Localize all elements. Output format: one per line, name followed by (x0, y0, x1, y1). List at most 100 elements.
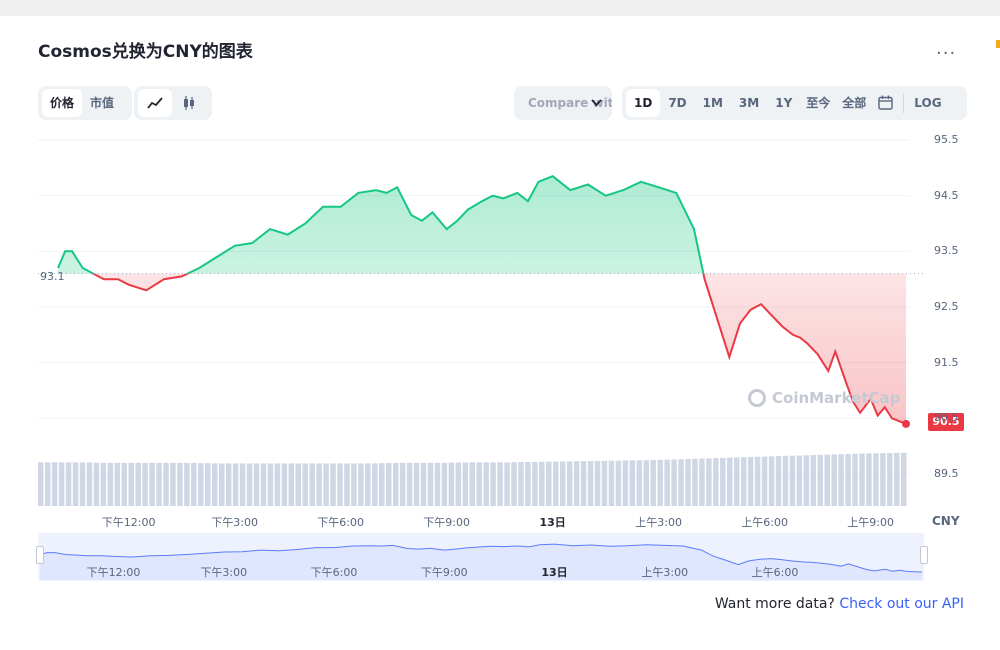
volume-bar (51, 462, 58, 506)
volume-bar (288, 463, 295, 506)
volume-bar (566, 461, 573, 506)
volume-bar (434, 462, 441, 506)
currency-label: CNY (932, 514, 960, 528)
volume-bar (587, 461, 594, 506)
y-tick-label: 91.5 (934, 355, 959, 369)
volume-bar (316, 463, 322, 506)
volume-bar (170, 462, 176, 506)
volume-bar (601, 460, 608, 506)
volume-bar (225, 463, 232, 506)
volume-bar (761, 456, 768, 506)
volume-bar (483, 462, 489, 506)
volume-bar (379, 463, 385, 506)
volume-bar (142, 462, 148, 506)
volume-bar (149, 462, 155, 506)
volume-bar (441, 462, 448, 506)
volume-bar (239, 463, 246, 506)
navigator-right-handle[interactable] (920, 546, 928, 564)
volume-bar (218, 463, 225, 506)
y-tick-label: 92.5 (934, 300, 959, 313)
api-prompt-text: Want more data? (714, 596, 835, 612)
volume-bar (727, 457, 733, 506)
navigator-tick-label: 下午6:00 (310, 566, 358, 579)
volume-bar (518, 462, 524, 506)
volume-bar (253, 463, 260, 506)
x-tick-label: 上午9:00 (847, 516, 895, 529)
volume-bar (309, 463, 315, 506)
x-tick-label: 下午3:00 (211, 516, 259, 529)
volume-bar (636, 460, 643, 506)
coinmarketcap-logo-icon (748, 389, 766, 407)
volume-bar (692, 458, 698, 506)
volume-bar (399, 462, 406, 506)
x-tick-label: 下午6:00 (317, 516, 365, 529)
volume-bar (114, 462, 121, 506)
volume-bar (392, 462, 399, 506)
volume-bar (128, 462, 134, 506)
volume-bar (302, 463, 308, 506)
volume-bar (455, 462, 462, 506)
volume-bar (386, 463, 392, 506)
volume-bar (330, 463, 336, 506)
volume-bar (490, 462, 496, 506)
volume-bar (678, 459, 684, 506)
volume-bar (580, 461, 587, 506)
volume-bar (177, 462, 183, 506)
navigator-tick-label: 下午9:00 (420, 566, 468, 579)
volume-bar (664, 459, 670, 506)
last-price-dot (902, 419, 910, 428)
y-tick-label: 93.5 (934, 244, 959, 258)
volume-bar (539, 461, 545, 506)
volume-bar (100, 462, 107, 506)
navigator-left-handle[interactable] (36, 546, 44, 564)
volume-bar (789, 455, 796, 506)
volume-bar (873, 453, 879, 506)
volume-bar (267, 463, 274, 506)
price-chart (38, 139, 925, 581)
volume-bar (246, 463, 253, 506)
volume-bar (413, 462, 420, 506)
volume-bar (351, 463, 357, 506)
volume-bar (713, 458, 719, 506)
x-tick-label: 上午3:00 (635, 516, 683, 529)
volume-bar (274, 463, 281, 506)
volume-bar (260, 463, 267, 506)
volume-bar (894, 452, 900, 506)
volume-bar (184, 462, 190, 506)
x-tick-label: 13日 (539, 516, 566, 529)
volume-bar (880, 453, 886, 506)
y-tick-label: 95.5 (934, 133, 959, 146)
volume-bar (706, 458, 712, 506)
volume-bar (337, 463, 343, 506)
volume-bar (546, 461, 552, 506)
volume-bar (887, 453, 893, 506)
volume-bar (191, 463, 197, 506)
volume-bar (852, 453, 858, 506)
volume-bar (205, 463, 211, 506)
navigator-tick-label: 13日 (541, 566, 568, 579)
volume-bar (643, 460, 649, 506)
api-link[interactable]: Check out our API (839, 596, 964, 612)
volume-bar (838, 454, 844, 506)
volume-bar (532, 461, 538, 506)
volume-bar (344, 463, 350, 506)
volume-bar (657, 459, 663, 506)
volume-bar (58, 462, 65, 506)
y-tick-label: 94.5 (934, 188, 959, 202)
volume-bar (622, 460, 629, 506)
volume-bar (497, 462, 503, 506)
volume-bar (629, 460, 636, 506)
volume-bar (121, 462, 127, 506)
volume-bar (775, 456, 782, 506)
volume-bar (671, 459, 677, 506)
volume-bar (734, 457, 740, 506)
volume-bar (462, 462, 469, 506)
volume-bar (107, 462, 114, 506)
x-tick-label: 上午6:00 (741, 516, 789, 529)
volume-bar (93, 462, 100, 506)
volume-bar (608, 460, 615, 506)
api-prompt: Want more data? Check out our API (715, 596, 964, 612)
volume-bar (699, 458, 705, 506)
volume-bar (615, 460, 622, 506)
volume-bar (782, 455, 789, 506)
